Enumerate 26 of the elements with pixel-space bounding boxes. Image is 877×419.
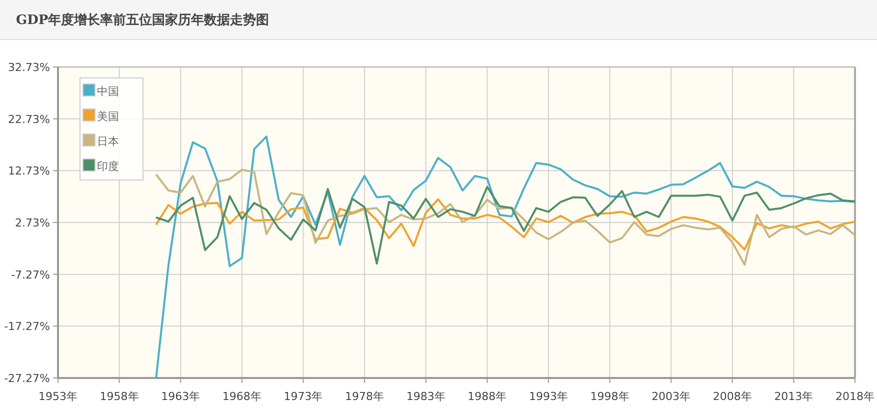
- y-tick-label: 12.73%: [8, 164, 50, 178]
- x-tick-label: 1978年: [345, 390, 384, 403]
- x-tick-label: 1963年: [161, 390, 200, 403]
- y-tick-label: 32.73%: [8, 61, 50, 74]
- legend-label[interactable]: 日本: [97, 135, 119, 148]
- legend-label[interactable]: 印度: [97, 160, 119, 173]
- legend-label[interactable]: 美国: [97, 110, 119, 123]
- x-tick-label: 1953年: [38, 390, 78, 403]
- y-tick-label: -27.27%: [4, 372, 50, 385]
- x-tick-label: 1958年: [100, 390, 139, 403]
- x-tick-label: 1988年: [468, 390, 507, 403]
- x-tick-label: 1968年: [222, 390, 262, 403]
- legend-label[interactable]: 中国: [97, 85, 119, 98]
- y-tick-label: 2.73%: [15, 216, 50, 230]
- x-tick-label: 2013年: [774, 390, 814, 403]
- x-tick-label: 1973年: [284, 390, 323, 403]
- y-tick-label: 22.73%: [8, 112, 50, 126]
- x-tick-label: 1993年: [528, 390, 568, 403]
- x-tick-label: 2008年: [712, 390, 752, 403]
- x-tick-label: 2018年: [836, 390, 874, 403]
- x-tick-label: 1998年: [590, 390, 630, 403]
- chart-title: GDP年度增长率前五位国家历年数据走势图: [16, 12, 270, 28]
- x-tick-label: 2003年: [652, 390, 691, 403]
- x-tick-label: 1983年: [406, 390, 446, 403]
- y-tick-label: -17.27%: [4, 320, 50, 334]
- y-tick-label: -7.27%: [11, 268, 50, 282]
